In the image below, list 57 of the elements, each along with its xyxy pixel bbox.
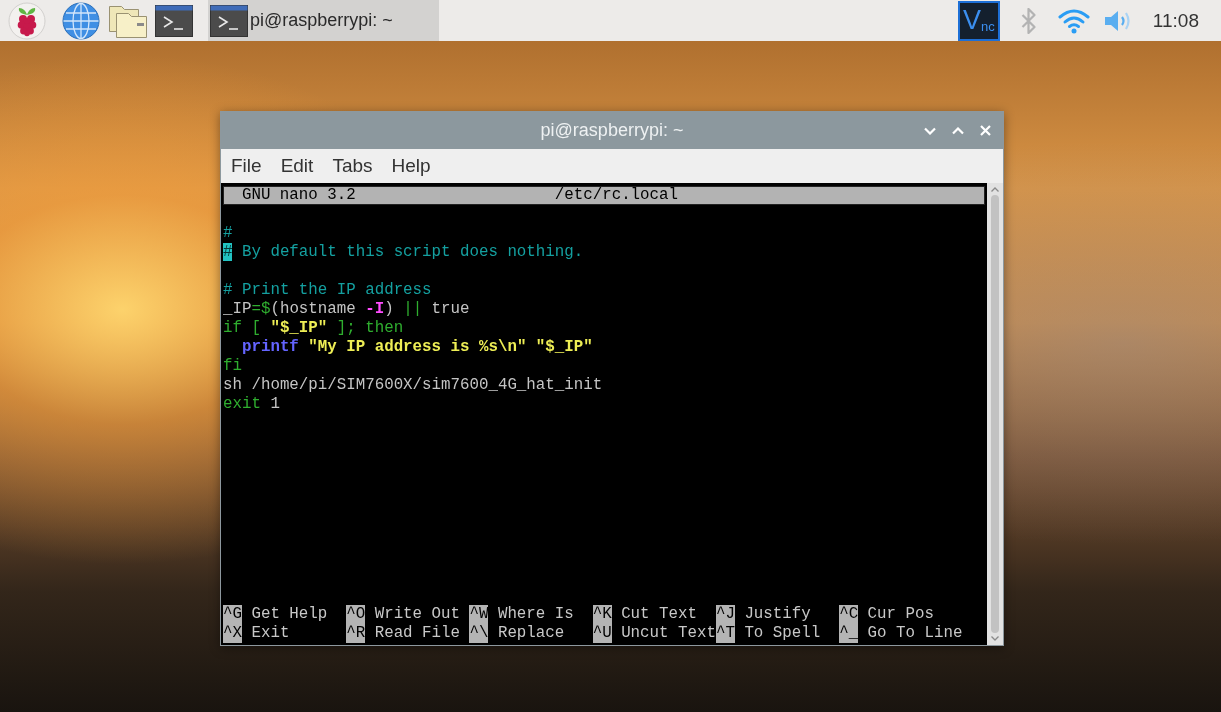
chevron-up-icon[interactable]: [952, 126, 964, 135]
shortcut-label: Replace: [497, 624, 565, 643]
scroll-up-icon[interactable]: [991, 187, 999, 192]
code-line: if [ "$_IP" ]; then: [223, 319, 405, 338]
shortcut-key: ^U: [592, 624, 612, 643]
code-line: sh /home/pi/SIM7600X/sim7600_4G_hat_init: [223, 376, 604, 395]
code-line: # Print the IP address: [223, 281, 433, 300]
shortcut-label: Uncut Text: [621, 624, 716, 643]
clock[interactable]: 11:08: [1152, 9, 1199, 32]
shortcut-key: ^J: [715, 605, 735, 624]
scrollbar-thumb[interactable]: [991, 195, 999, 633]
scrollbar[interactable]: [987, 183, 1003, 645]
shortcut-label: Get Help: [251, 605, 328, 624]
shortcut-key: ^K: [592, 605, 612, 624]
shortcut-label: Cut Text: [621, 605, 697, 624]
terminal-icon: [210, 4, 248, 37]
shortcut-key: ^O: [346, 605, 366, 624]
shortcut-label: Cur Pos: [867, 605, 934, 624]
code-line: fi: [223, 357, 243, 376]
menu-item[interactable]: Help: [391, 155, 431, 177]
bluetooth-icon[interactable]: [1020, 7, 1036, 34]
shortcut-label: Justify: [744, 605, 811, 624]
code-line: # By default this script does nothing.: [223, 243, 585, 262]
shortcut-key: ^C: [839, 605, 859, 624]
code-line: _IP=$(hostname -I) || true: [223, 300, 471, 319]
window-title: pi@raspberrypi: ~: [540, 120, 684, 141]
shortcut-key: ^R: [346, 624, 366, 643]
close-icon[interactable]: [980, 125, 991, 136]
menu-item[interactable]: Tabs: [332, 155, 373, 177]
scroll-down-icon[interactable]: [991, 636, 999, 641]
terminal-icon[interactable]: [155, 4, 193, 37]
vnc-logo[interactable]: V$_{nc}$: [957, 0, 1000, 41]
shortcut-key: ^\: [469, 624, 489, 643]
shortcut-label: Go To Line: [867, 624, 963, 643]
shortcut-key: ^W: [469, 605, 489, 624]
wifi-icon[interactable]: [1057, 7, 1090, 34]
volume-icon[interactable]: [1103, 8, 1132, 33]
editor-version: GNU nano 3.2: [241, 186, 356, 205]
shortcut-key: ^T: [715, 624, 735, 643]
shortcut-key: ^X: [223, 624, 242, 643]
globe-icon[interactable]: [62, 1, 100, 40]
code-line: printf "My IP address is %s\n" "$_IP": [240, 338, 594, 357]
shortcut-key: ^_: [839, 624, 859, 643]
menu-item[interactable]: Edit: [280, 155, 314, 177]
shortcut-label: Where Is: [497, 605, 574, 624]
code-line: exit 1: [223, 395, 281, 414]
shortcut-key: ^G: [223, 605, 242, 624]
raspberry-icon[interactable]: [8, 1, 46, 40]
chevron-down-icon[interactable]: [924, 126, 936, 135]
shortcut-label: Read File: [374, 624, 460, 643]
shortcut-label: Exit: [251, 624, 290, 643]
shortcut-label: To Spell: [744, 624, 821, 643]
menu-item[interactable]: File: [231, 155, 262, 177]
file-name: /etc/rc.local: [554, 186, 679, 205]
code-line: #: [223, 224, 234, 243]
shortcut-label: Write Out: [374, 605, 460, 624]
taskbar-window-button[interactable]: pi@raspberrypi: ~: [208, 0, 439, 41]
